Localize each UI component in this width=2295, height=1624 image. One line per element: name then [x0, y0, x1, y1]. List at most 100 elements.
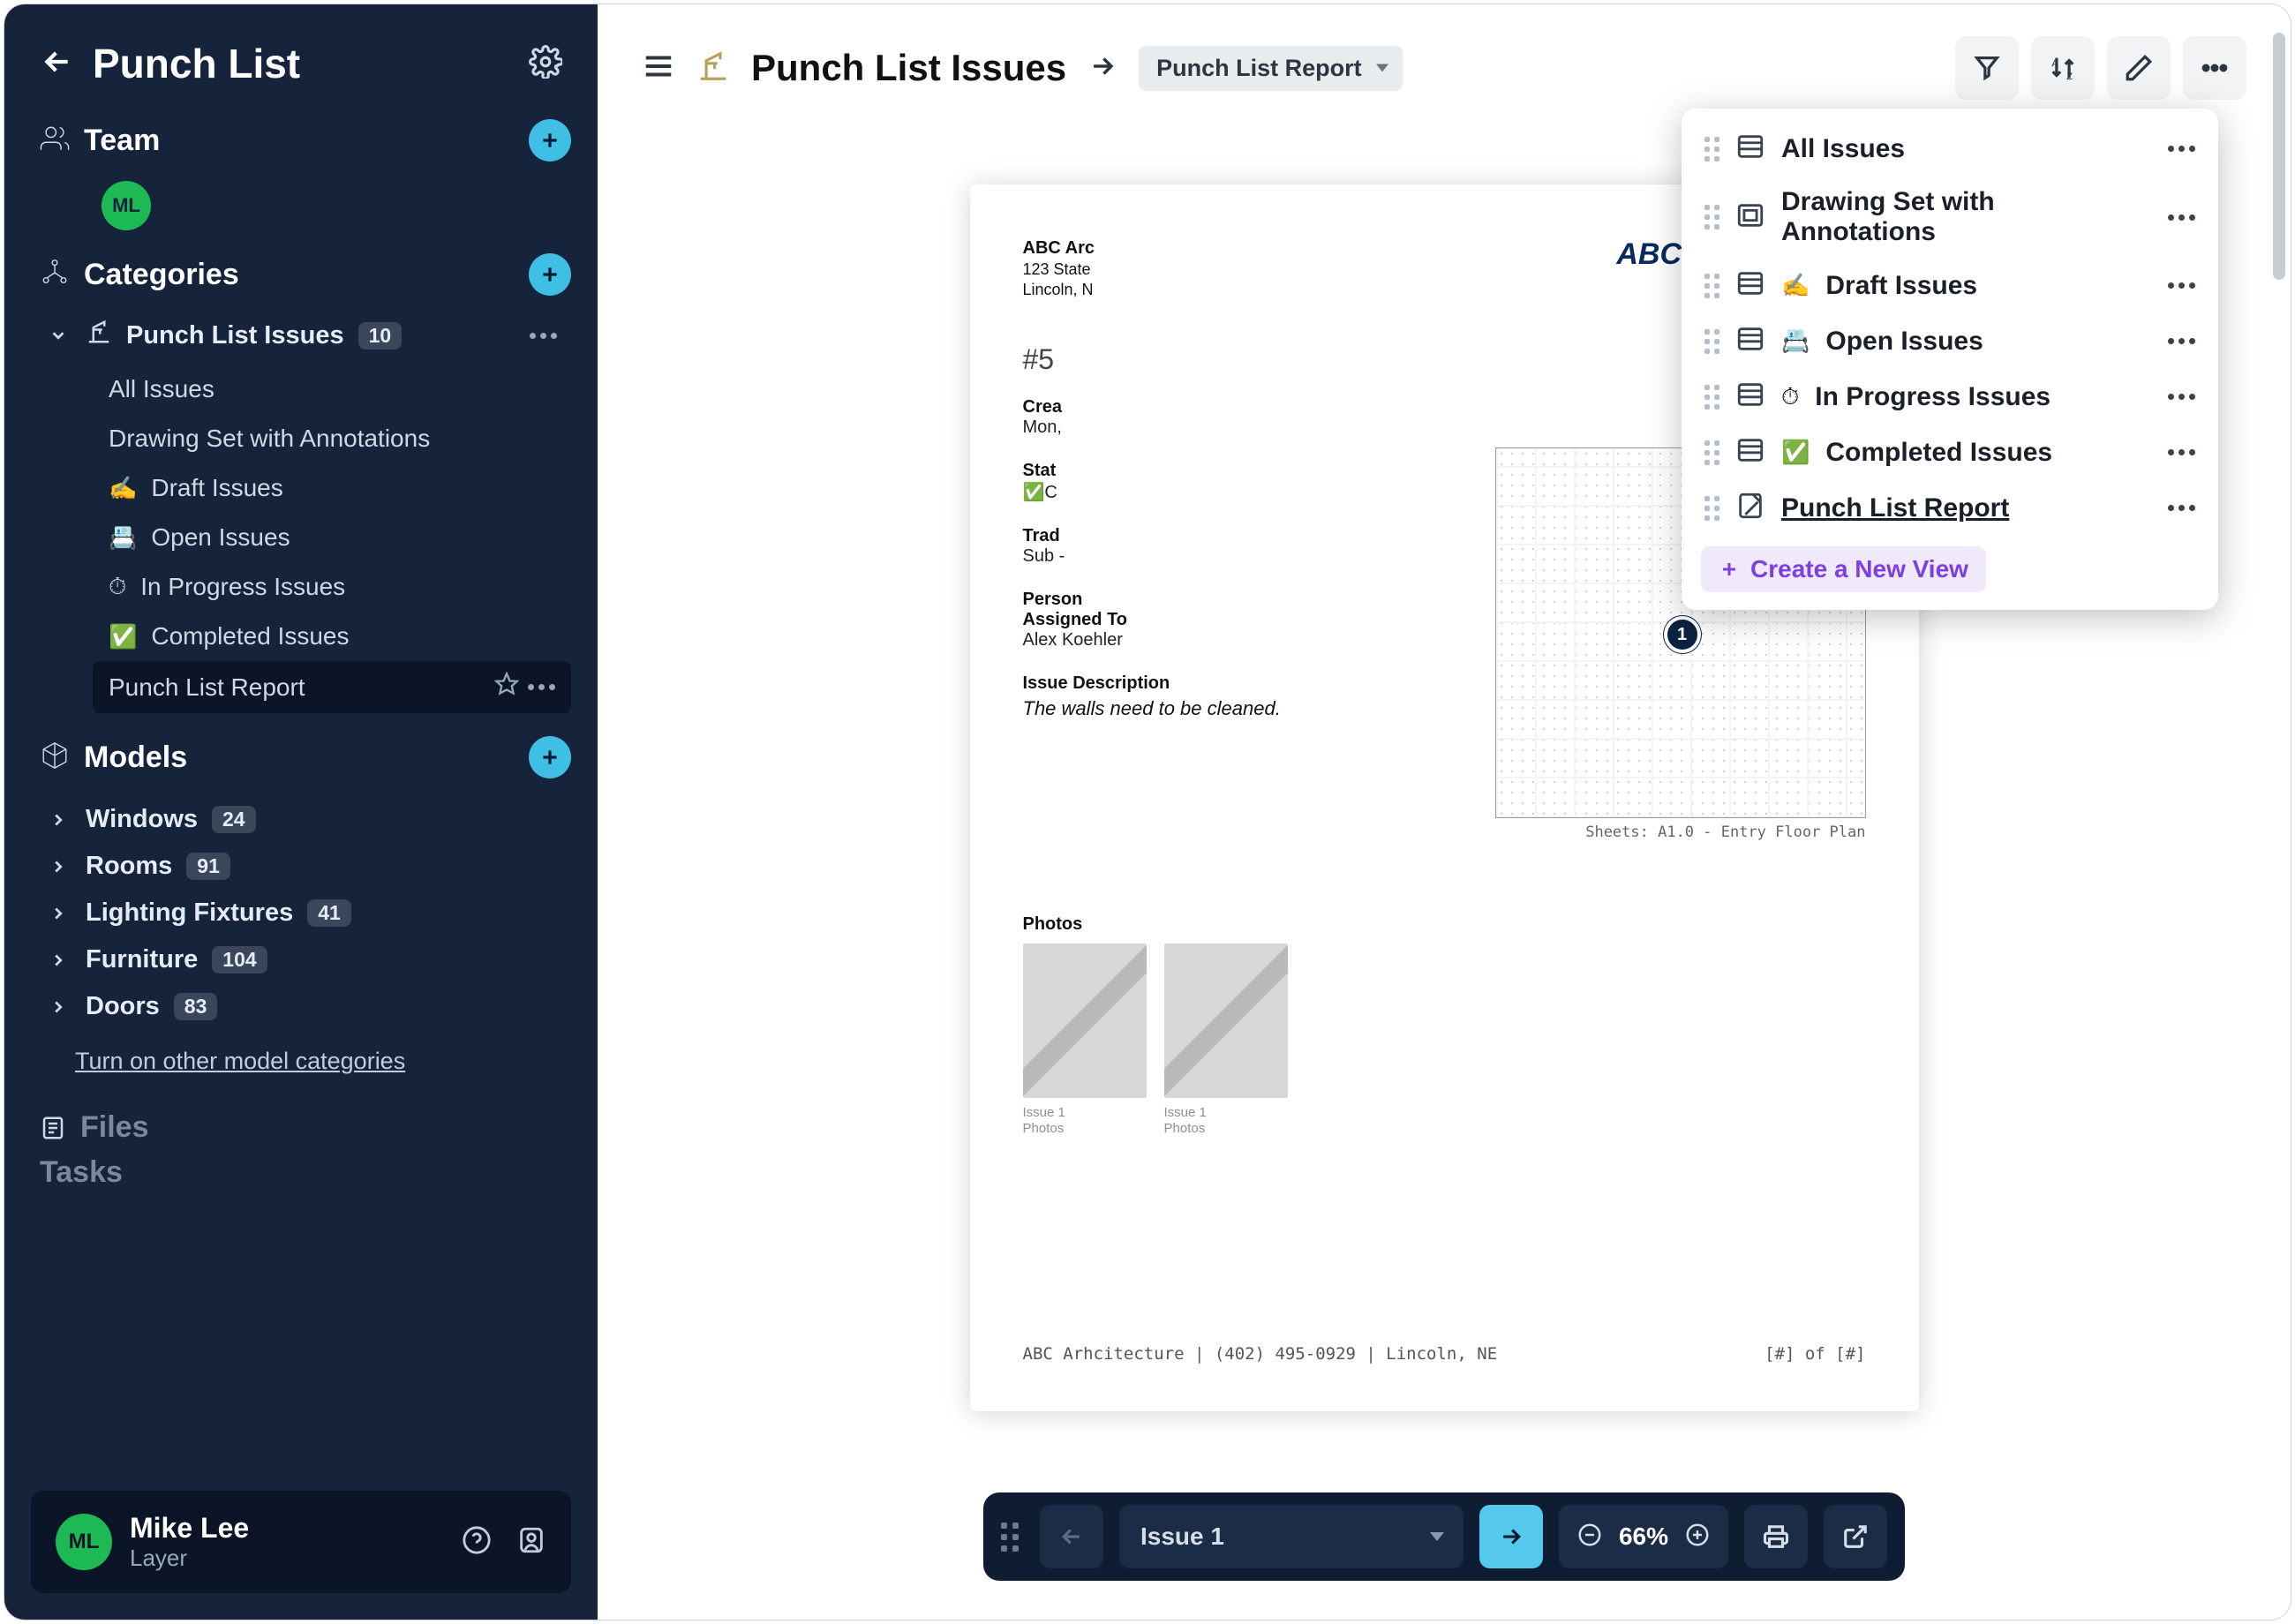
model-windows[interactable]: Windows24 — [31, 796, 571, 843]
zoom-control: 66% — [1559, 1505, 1728, 1568]
view-label: All Issues — [109, 375, 214, 403]
settings-icon[interactable] — [529, 45, 562, 83]
drag-handle-icon[interactable] — [1704, 440, 1719, 465]
categories-icon — [40, 258, 70, 292]
menu-label: Draft Issues — [1825, 271, 1977, 301]
menu-open-issues[interactable]: 📇 Open Issues — [1682, 313, 2218, 369]
menu-drawing-set[interactable]: Drawing Set with Annotations — [1682, 177, 2218, 258]
drag-handle-icon[interactable] — [1704, 274, 1719, 298]
drag-handle-icon[interactable] — [1704, 496, 1719, 521]
sidebar-view-punch-list-report[interactable]: Punch List Report — [93, 661, 571, 713]
menu-item-more[interactable] — [2168, 394, 2195, 400]
drag-handle-icon[interactable] — [1704, 329, 1719, 354]
menu-item-more[interactable] — [2168, 338, 2195, 344]
photo-thumbnail — [1164, 944, 1288, 1098]
model-doors[interactable]: Doors83 — [31, 983, 571, 1030]
model-count: 41 — [307, 899, 351, 927]
models-section-label: Models — [84, 741, 515, 775]
profile-icon[interactable] — [516, 1525, 546, 1560]
menu-item-more[interactable] — [2168, 146, 2195, 152]
list-icon — [1735, 132, 1765, 166]
view-label: Completed Issues — [151, 622, 349, 650]
add-model-button[interactable] — [529, 736, 571, 778]
crane-icon — [86, 319, 112, 352]
zoom-out-button[interactable] — [1576, 1522, 1603, 1553]
open-external-button[interactable] — [1824, 1505, 1887, 1568]
team-icon — [40, 124, 70, 158]
add-category-button[interactable] — [529, 253, 571, 296]
sidebar-view-draft-issues[interactable]: ✍️Draft Issues — [93, 463, 571, 513]
user-sub: Layer — [130, 1545, 437, 1572]
category-label: Punch List Issues — [126, 321, 344, 350]
zoom-in-button[interactable] — [1684, 1522, 1711, 1553]
prev-button[interactable] — [1040, 1505, 1103, 1568]
views-dropdown: All Issues Drawing Set with Annotations … — [1682, 109, 2218, 610]
zoom-value: 66% — [1619, 1522, 1668, 1551]
model-lighting-fixtures[interactable]: Lighting Fixtures 41 — [31, 890, 571, 936]
issue-selector[interactable]: Issue 1 — [1119, 1505, 1464, 1568]
sidebar-view-all-issues[interactable]: All Issues — [93, 365, 571, 414]
models-icon — [40, 741, 70, 775]
category-punch-list-issues[interactable]: Punch List Issues 10 — [31, 310, 571, 361]
menu-item-more[interactable] — [2168, 505, 2195, 511]
team-avatar[interactable]: ML — [102, 181, 151, 230]
drag-handle-icon[interactable] — [1704, 137, 1719, 162]
sidebar-view-completed-issues[interactable]: ✅ Completed Issues — [93, 612, 571, 661]
sort-button[interactable]: AZ — [2031, 36, 2095, 100]
print-button[interactable] — [1744, 1505, 1808, 1568]
edit-button[interactable] — [2107, 36, 2171, 100]
completed-icon: ✅ — [109, 623, 137, 650]
drag-handle-icon[interactable] — [1704, 385, 1719, 410]
more-model-categories-link[interactable]: Turn on other model categories — [75, 1048, 571, 1075]
menu-item-more[interactable] — [2168, 282, 2195, 289]
completed-icon: ✅ — [1781, 439, 1810, 466]
view-label: Open Issues — [151, 523, 290, 552]
star-icon[interactable] — [494, 672, 519, 703]
main-panel: Punch List Issues Punch List Report AZ A… — [598, 4, 2291, 1620]
sidebar-view-in-progress-issues[interactable]: ⏱In Progress Issues — [93, 562, 571, 612]
menu-punch-list-report[interactable]: Punch List Report — [1682, 480, 2218, 536]
arrow-right-icon — [1087, 51, 1117, 86]
back-button[interactable] — [40, 44, 75, 84]
model-label: Lighting Fixtures — [86, 898, 293, 928]
model-rooms[interactable]: Rooms91 — [31, 843, 571, 890]
list-icon — [1735, 324, 1765, 358]
menu-all-issues[interactable]: All Issues — [1682, 121, 2218, 177]
scrollbar[interactable] — [2271, 22, 2287, 1602]
footer-right: [#] of [#] — [1765, 1344, 1865, 1364]
categories-section-label: Categories — [84, 258, 515, 292]
files-section[interactable]: Files — [40, 1084, 571, 1145]
more-button[interactable] — [2183, 36, 2246, 100]
drag-handle-icon[interactable] — [1001, 1522, 1019, 1552]
user-card[interactable]: ML Mike Lee Layer — [31, 1491, 571, 1593]
menu-draft-issues[interactable]: ✍️ Draft Issues — [1682, 258, 2218, 313]
menu-item-more[interactable] — [2168, 214, 2195, 221]
create-new-view-button[interactable]: Create a New View — [1701, 546, 1986, 592]
menu-label: Drawing Set with Annotations — [1781, 187, 2152, 247]
model-furniture[interactable]: Furniture104 — [31, 936, 571, 983]
menu-label: All Issues — [1781, 134, 1905, 164]
model-label: Furniture — [86, 945, 198, 974]
menu-item-more[interactable] — [2168, 449, 2195, 455]
chevron-down-icon — [45, 326, 71, 345]
filter-button[interactable] — [1955, 36, 2019, 100]
sidebar-view-open-issues[interactable]: 📇 Open Issues — [93, 513, 571, 562]
view-selector[interactable]: Punch List Report — [1139, 46, 1403, 91]
menu-icon[interactable] — [642, 49, 675, 87]
sidebar-view-drawing-set[interactable]: Drawing Set with Annotations — [93, 414, 571, 463]
help-icon[interactable] — [462, 1525, 492, 1560]
menu-completed-issues[interactable]: ✅ Completed Issues — [1682, 425, 2218, 480]
in-progress-icon: ⏱ — [1781, 383, 1799, 411]
open-icon: 📇 — [109, 524, 137, 552]
view-more-button[interactable] — [528, 684, 555, 690]
plan-pin: 1 — [1664, 616, 1701, 653]
tasks-section[interactable]: Tasks — [4, 1145, 598, 1207]
next-button[interactable] — [1479, 1505, 1543, 1568]
category-more-button[interactable] — [530, 333, 557, 339]
drag-handle-icon[interactable] — [1704, 205, 1719, 229]
model-label: Windows — [86, 805, 198, 834]
add-team-button[interactable] — [529, 119, 571, 162]
menu-in-progress-issues[interactable]: ⏱ In Progress Issues — [1682, 369, 2218, 425]
menu-label: Punch List Report — [1781, 493, 2009, 523]
model-count: 83 — [174, 993, 218, 1020]
